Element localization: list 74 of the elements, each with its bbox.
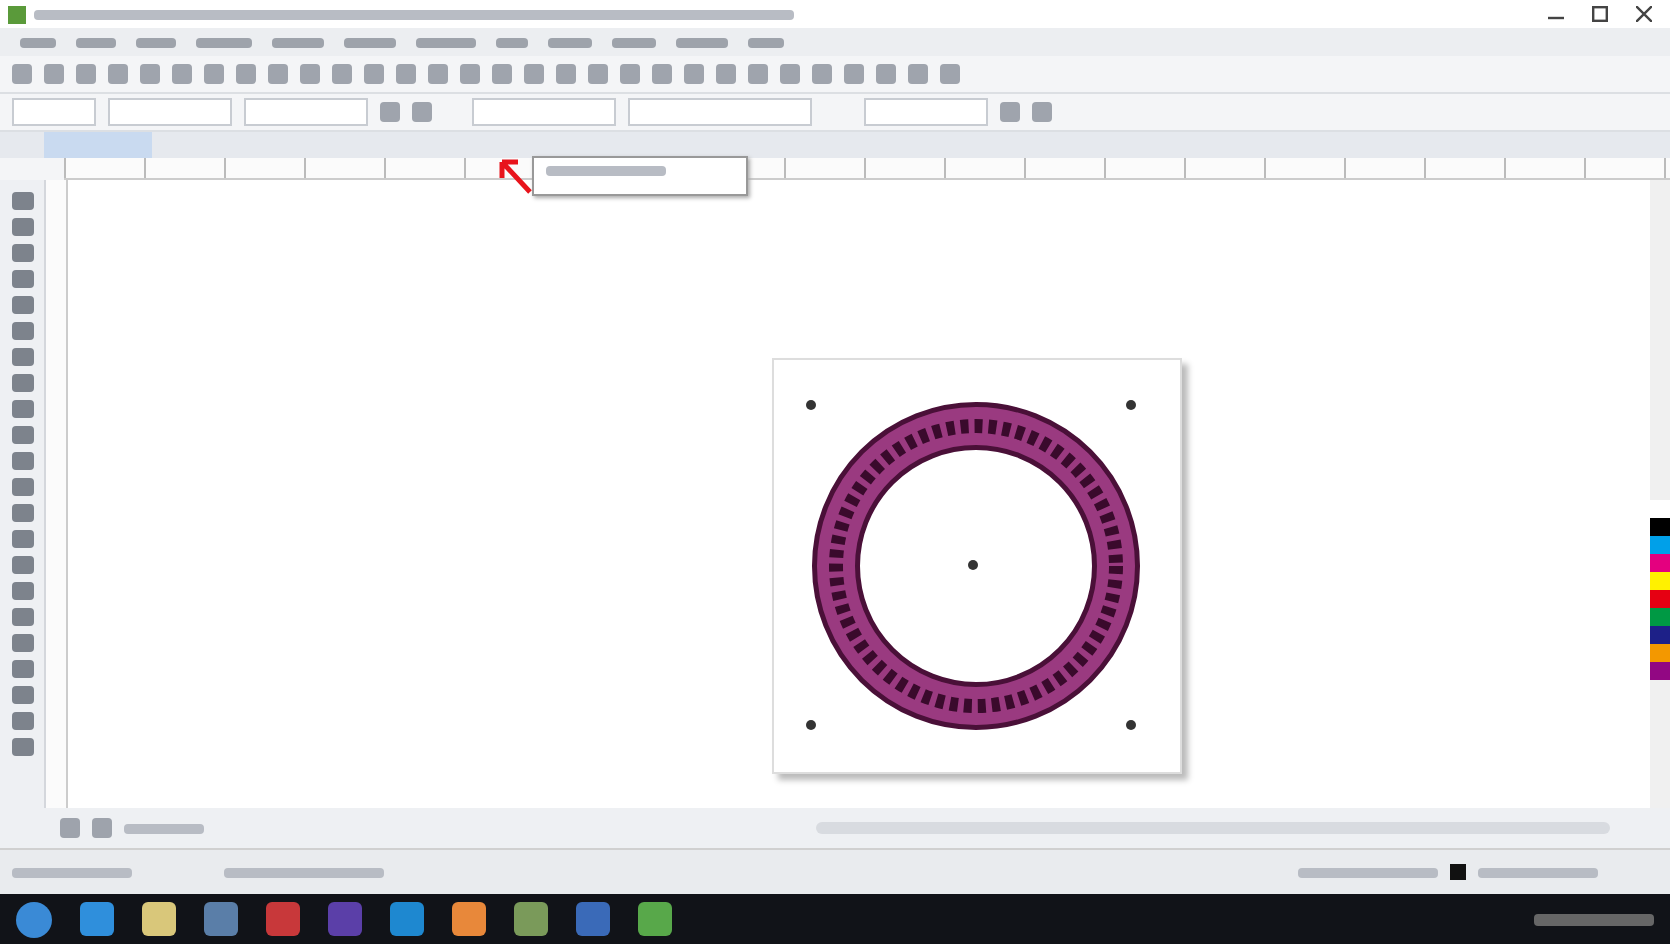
tool-icon[interactable]	[11, 426, 33, 444]
annotation-arrow	[496, 156, 536, 196]
blurred-label[interactable]	[20, 37, 56, 47]
app-icon	[8, 5, 26, 23]
input-field[interactable]	[244, 98, 368, 126]
color-swatch[interactable]	[1650, 518, 1670, 536]
system-tray-icon[interactable]	[1534, 913, 1654, 925]
handle-dot[interactable]	[1126, 400, 1136, 410]
blurred-label[interactable]	[548, 37, 592, 47]
taskbar-app-icon[interactable]	[452, 902, 486, 936]
handle-dot[interactable]	[806, 720, 816, 730]
tool-icon[interactable]	[11, 400, 33, 418]
tool-icon[interactable]	[11, 296, 33, 314]
color-swatch[interactable]	[1650, 644, 1670, 662]
tool-icon[interactable]	[11, 686, 33, 704]
tool-icon[interactable]	[11, 660, 33, 678]
tool-icon[interactable]	[11, 452, 33, 470]
color-swatch[interactable]	[1650, 554, 1670, 572]
tool-icon[interactable]	[11, 634, 33, 652]
blurred-label	[12, 867, 132, 877]
input-field[interactable]	[108, 98, 232, 126]
blurred-label[interactable]	[76, 37, 116, 47]
blurred-label[interactable]	[196, 37, 252, 47]
handle-dot[interactable]	[806, 400, 816, 410]
taskbar-app-icon[interactable]	[142, 902, 176, 936]
taskbar-app-icon[interactable]	[638, 902, 672, 936]
blurred-label	[1298, 867, 1438, 877]
handle-dot[interactable]	[1126, 720, 1136, 730]
blurred-label[interactable]	[748, 37, 784, 47]
blurred-label[interactable]	[496, 37, 528, 47]
center-dot[interactable]	[968, 560, 978, 570]
taskbar-app-icon[interactable]	[514, 902, 548, 936]
tool-icon[interactable]	[11, 608, 33, 626]
blurred-label[interactable]	[272, 37, 324, 47]
taskbar-app-icon[interactable]	[266, 902, 300, 936]
close-icon[interactable]	[1636, 6, 1652, 22]
color-swatch[interactable]	[1650, 572, 1670, 590]
tool-icon[interactable]	[11, 582, 33, 600]
tool-icon[interactable]	[11, 270, 33, 288]
dropdown[interactable]	[628, 98, 812, 126]
tool-icon[interactable]	[11, 244, 33, 262]
blurred-label	[124, 823, 204, 833]
blurred-label	[1478, 867, 1598, 877]
color-swatch[interactable]	[1650, 626, 1670, 644]
tool-icon[interactable]	[11, 556, 33, 574]
start-icon[interactable]	[16, 901, 52, 937]
color-swatch[interactable]	[1650, 536, 1670, 554]
color-swatch[interactable]	[1650, 608, 1670, 626]
tool-icon[interactable]	[11, 530, 33, 548]
fill-swatch-icon	[1450, 864, 1466, 880]
tool-icon[interactable]	[11, 478, 33, 496]
maximize-icon[interactable]	[1592, 6, 1608, 22]
tool-icon[interactable]	[11, 348, 33, 366]
tool-icon[interactable]	[11, 738, 33, 756]
blurred-label[interactable]	[136, 37, 176, 47]
tool-icon[interactable]	[11, 504, 33, 522]
taskbar-app-icon[interactable]	[80, 902, 114, 936]
blurred-label[interactable]	[344, 37, 396, 47]
input-field[interactable]	[12, 98, 96, 126]
dropdown[interactable]	[864, 98, 988, 126]
color-swatch[interactable]	[1650, 500, 1670, 518]
blurred-label[interactable]	[676, 37, 728, 47]
taskbar-app-icon[interactable]	[204, 902, 238, 936]
blurred-label[interactable]	[612, 37, 656, 47]
color-swatch[interactable]	[1650, 590, 1670, 608]
tool-icon[interactable]	[11, 712, 33, 730]
tool-icon[interactable]	[11, 218, 33, 236]
blurred-label[interactable]	[416, 37, 476, 47]
tool-icon[interactable]	[11, 192, 33, 210]
tool-icon[interactable]	[11, 374, 33, 392]
color-swatch[interactable]	[1650, 662, 1670, 680]
taskbar-app-icon[interactable]	[390, 902, 424, 936]
dropdown[interactable]	[472, 98, 616, 126]
tool-icon[interactable]	[11, 322, 33, 340]
